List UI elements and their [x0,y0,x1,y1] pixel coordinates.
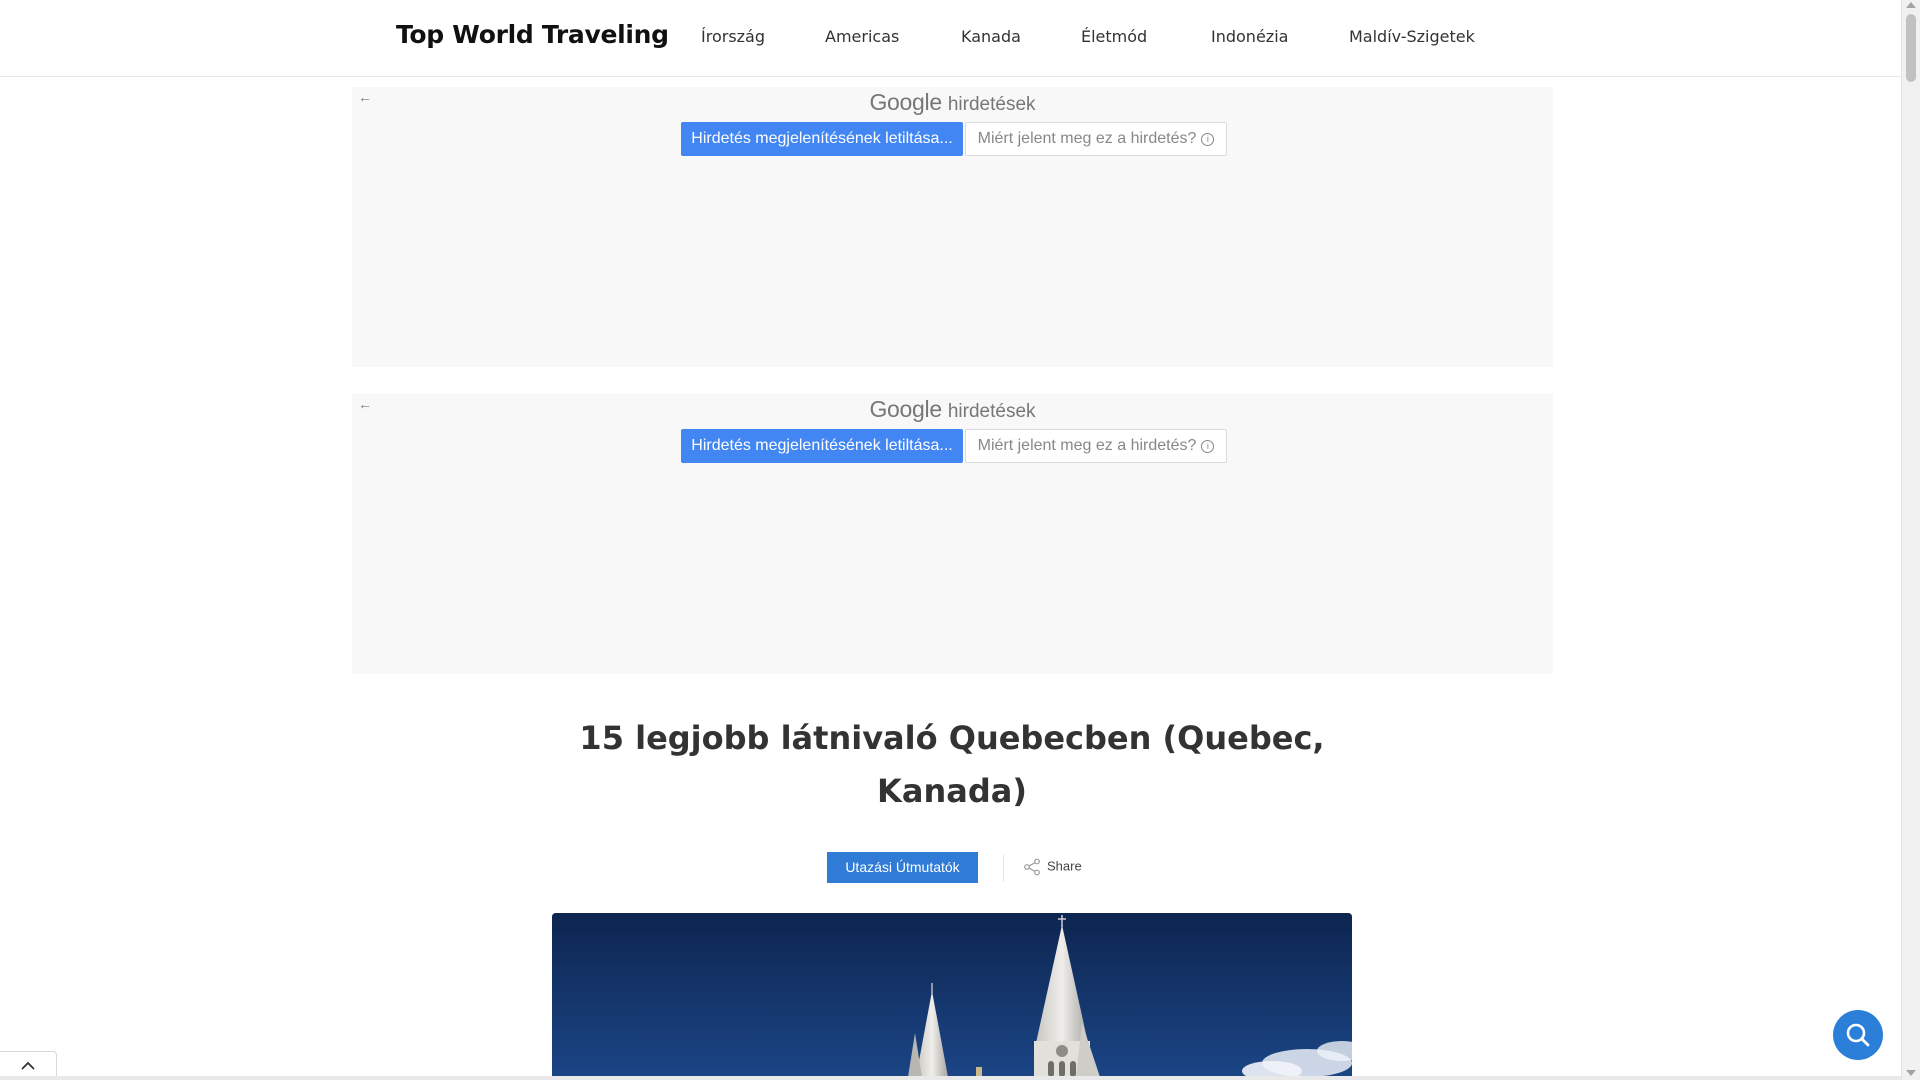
nav-item-irorszag[interactable]: Írország [701,27,765,46]
nav-item-maldiv-szigetek[interactable]: Maldív-Szigetek [1349,27,1475,46]
scrollbar[interactable] [1901,0,1920,1080]
cathedral-illustration [552,913,1352,1077]
back-to-top-button[interactable] [0,1051,57,1078]
why-this-ad-button[interactable]: Miért jelent meg ez a hirdetés? i [965,122,1227,156]
why-this-ad-label: Miért jelent meg ez a hirdetés? [977,130,1197,147]
category-button[interactable]: Utazási Útmutatók [827,852,978,883]
divider [1003,855,1004,882]
share-label: Share [1047,858,1082,874]
share-button[interactable]: Share [1023,858,1082,876]
scroll-up-arrow[interactable] [1906,2,1916,8]
why-this-ad-label: Miért jelent meg ez a hirdetés? [977,437,1197,454]
info-icon: i [1201,133,1215,146]
nav-item-kanada[interactable]: Kanada [961,27,1021,46]
ad-header: Google hirdetések [352,89,1553,116]
site-header: Top World Traveling Írország Americas Ka… [0,0,1902,77]
scroll-down-arrow[interactable] [1906,1070,1916,1076]
ad-block: ← Google hirdetések Hirdetés megjelenítés… [352,394,1553,674]
nav-item-americas[interactable]: Americas [825,27,899,46]
google-wordmark: Google [869,396,942,422]
ads-label: hirdetések [947,94,1036,115]
ad-header: Google hirdetések [352,396,1553,423]
share-icon [1024,858,1040,876]
search-icon [1846,1023,1870,1047]
site-logo-text[interactable]: Top World Traveling [396,20,669,49]
article-title: 15 legjobb látnivaló Quebecben (Quebec, … [579,719,1325,810]
search-button[interactable] [1833,1010,1883,1060]
ads-label: hirdetések [947,401,1036,422]
scroll-thumb[interactable] [1906,14,1916,82]
ad-block: ← Google hirdetések Hirdetés megjelenítés… [352,87,1553,367]
chevron-up-icon [21,1061,35,1070]
page-bottom-edge [0,1076,1902,1080]
why-this-ad-button[interactable]: Miért jelent meg ez a hirdetés? i [965,429,1227,463]
block-ad-button[interactable]: Hirdetés megjelenítésének letiltása... [681,429,963,463]
block-ad-button[interactable]: Hirdetés megjelenítésének letiltása... [681,122,963,156]
info-icon: i [1201,440,1215,453]
article-hero-image [552,913,1352,1077]
google-wordmark: Google [869,89,942,115]
nav-item-indonezia[interactable]: Indonézia [1211,27,1288,46]
nav-item-eletmod[interactable]: Életmód [1081,27,1147,46]
